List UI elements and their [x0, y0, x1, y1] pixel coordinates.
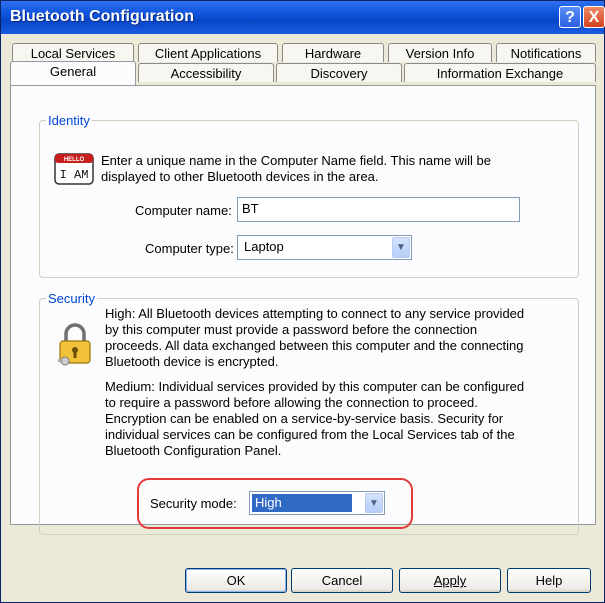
- security-medium-line-5: Bluetooth Configuration Panel.: [105, 443, 282, 458]
- chevron-down-icon[interactable]: ▼: [365, 493, 383, 513]
- cancel-button[interactable]: Cancel: [291, 568, 393, 593]
- tab-strip: Local Services Client Applications Hardw…: [10, 43, 596, 87]
- help-button[interactable]: Help: [507, 568, 591, 593]
- security-medium-line-1: Medium: Individual services provided by …: [105, 379, 525, 394]
- computer-type-label: Computer type:: [145, 241, 234, 256]
- security-high-line-2: by this computer must provide a password…: [105, 322, 478, 337]
- security-mode-value: High: [252, 494, 352, 512]
- computer-type-select[interactable]: Laptop ▼: [237, 235, 412, 260]
- security-mode-label: Security mode:: [150, 496, 237, 511]
- identity-description-line-1: Enter a unique name in the Computer Name…: [101, 153, 491, 168]
- security-mode-select[interactable]: High ▼: [249, 491, 385, 515]
- badge-text: I AM: [60, 168, 89, 182]
- tab-local-services[interactable]: Local Services: [12, 43, 134, 62]
- identity-legend: Identity: [48, 113, 90, 128]
- computer-name-field[interactable]: BT: [237, 197, 520, 222]
- window-title: Bluetooth Configuration: [10, 8, 194, 25]
- computer-type-value: Laptop: [244, 239, 284, 254]
- chevron-down-icon[interactable]: ▼: [392, 237, 410, 258]
- badge-top-text: HELLO: [64, 157, 85, 163]
- apply-button[interactable]: Apply: [399, 568, 501, 593]
- help-title-button[interactable]: ?: [559, 6, 581, 28]
- tab-accessibility[interactable]: Accessibility: [138, 63, 274, 82]
- tab-client-applications[interactable]: Client Applications: [138, 43, 278, 62]
- tab-information-exchange[interactable]: Information Exchange: [404, 63, 596, 82]
- security-medium-line-4: individual services can be configured fr…: [105, 427, 515, 442]
- apply-button-label: Apply: [433, 573, 467, 588]
- security-high-line-4: Bluetooth device is encrypted.: [105, 354, 279, 369]
- bluetooth-configuration-window: Bluetooth Configuration ? X Local Servic…: [0, 0, 605, 603]
- tab-general[interactable]: General: [10, 61, 136, 85]
- security-high-line-3: proceeds. All data exchanged between thi…: [105, 338, 524, 353]
- security-medium-line-3: Encryption can be enabled on a service-b…: [105, 411, 504, 426]
- ok-button[interactable]: OK: [185, 568, 287, 593]
- padlock-keys-icon: [58, 323, 91, 366]
- tab-version-info[interactable]: Version Info: [388, 43, 492, 62]
- security-legend: Security: [48, 291, 95, 306]
- i-am-badge-icon: HELLO I AM: [54, 153, 94, 185]
- tab-discovery[interactable]: Discovery: [276, 63, 402, 82]
- tab-notifications[interactable]: Notifications: [496, 43, 596, 62]
- security-high-line-1: High: All Bluetooth devices attempting t…: [105, 306, 525, 321]
- computer-name-label: Computer name:: [135, 203, 232, 218]
- close-button[interactable]: X: [583, 6, 605, 28]
- identity-description-line-2: displayed to other Bluetooth devices in …: [101, 169, 379, 184]
- security-medium-line-2: to require a password before allowing th…: [105, 395, 478, 410]
- title-bar[interactable]: Bluetooth Configuration ? X: [1, 1, 605, 34]
- tab-hardware[interactable]: Hardware: [282, 43, 384, 62]
